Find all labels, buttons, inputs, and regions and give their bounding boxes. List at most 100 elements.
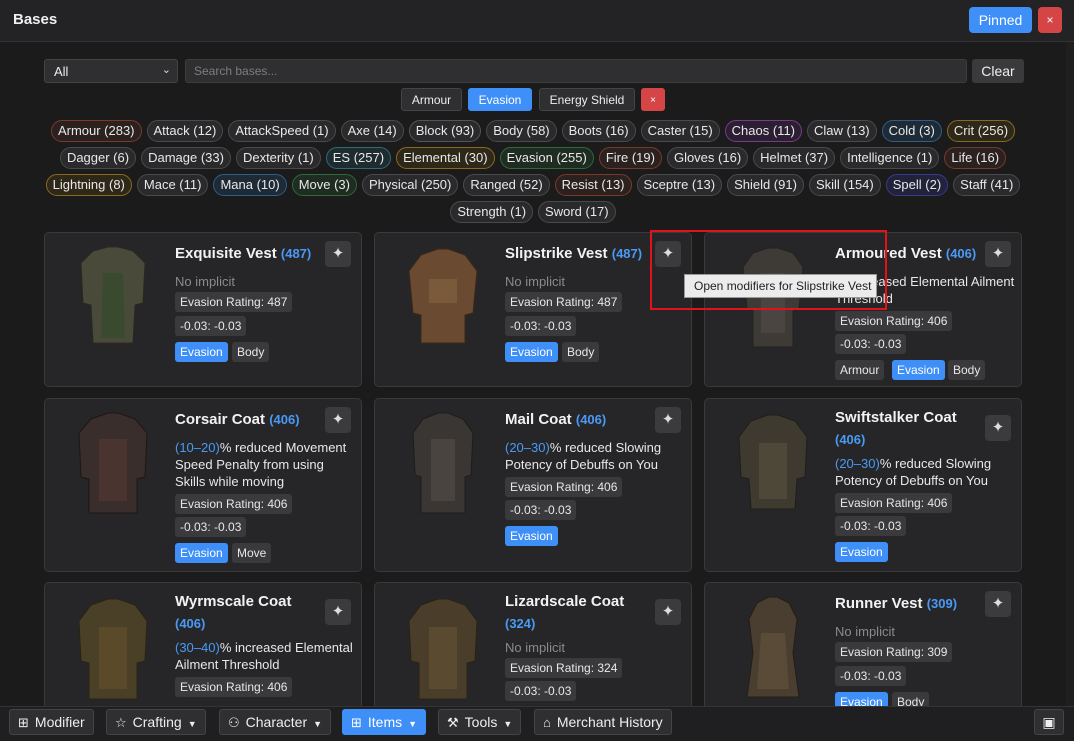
open-modifiers-icon[interactable]: ✦	[325, 599, 351, 625]
filter-tag[interactable]: Physical (250)	[362, 174, 459, 196]
filter-tag[interactable]: Chaos (11)	[724, 120, 802, 142]
filter-tag[interactable]: Staff (41)	[953, 174, 1021, 196]
screenshot-icon[interactable]: ▣	[1034, 709, 1064, 735]
filter-tag[interactable]: Ranged (52)	[463, 174, 550, 196]
tag-chip[interactable]: Evasion	[505, 526, 558, 546]
filter-tag[interactable]: Block (93)	[408, 120, 482, 142]
filter-tag[interactable]: ES (257)	[325, 147, 392, 169]
filter-tag[interactable]: Life (16)	[944, 147, 1007, 169]
filter-tag[interactable]: Body (58)	[486, 120, 557, 142]
filter-tag[interactable]: Caster (15)	[640, 120, 720, 142]
filter-tag[interactable]: Boots (16)	[561, 120, 636, 142]
tag-chip[interactable]: Move	[232, 543, 272, 563]
tag-chip[interactable]: Evasion	[835, 542, 888, 562]
tag-chip[interactable]: Body	[232, 342, 270, 362]
base-card[interactable]: Corsair Coat (406) ✦ (10–20)% reduced Mo…	[44, 398, 362, 572]
filter-tag[interactable]: Gloves (16)	[666, 147, 749, 169]
filter-tag[interactable]: Damage (33)	[141, 147, 231, 169]
filter-tag[interactable]: Dexterity (1)	[235, 147, 321, 169]
tag-row-4: Strength (1) Sword (17)	[0, 201, 1066, 223]
filter-tag[interactable]: Claw (13)	[807, 120, 877, 142]
tag-chip[interactable]: Armour	[835, 360, 885, 380]
segment-armour[interactable]: Armour	[401, 88, 462, 111]
open-modifiers-icon[interactable]: ✦	[985, 241, 1011, 267]
highlight-box	[650, 230, 887, 310]
implicit-text: No implicit	[505, 640, 565, 655]
filter-tag[interactable]: Cold (3)	[881, 120, 942, 142]
tag-chip[interactable]: Evasion	[835, 692, 888, 706]
title-bar: Bases Pinned ×	[0, 0, 1074, 42]
tag-chip[interactable]: Body	[948, 360, 986, 380]
filter-tag[interactable]: Evasion (255)	[499, 147, 594, 169]
scrollbar[interactable]	[1066, 42, 1074, 706]
implicit-text: (20–30)% reduced Slowing Potency of Debu…	[835, 456, 992, 488]
filter-tag[interactable]: Helmet (37)	[753, 147, 836, 169]
pinned-button[interactable]: Pinned	[969, 7, 1032, 33]
merchant-history-button[interactable]: ⌂ Merchant History	[534, 709, 672, 735]
base-card[interactable]: Runner Vest (309) ✦ No implicit Evasion …	[704, 582, 1022, 706]
base-card[interactable]: Wyrmscale Coat (406) ✦ (30–40)% increase…	[44, 582, 362, 706]
range-chip: -0.03: -0.03	[835, 666, 907, 686]
close-button[interactable]: ×	[1038, 7, 1062, 33]
filter-tag[interactable]: Sword (17)	[538, 201, 616, 223]
base-card[interactable]: Swiftstalker Coat (406) ✦ (20–30)% reduc…	[704, 398, 1022, 572]
open-modifiers-icon[interactable]: ✦	[985, 415, 1011, 441]
tag-chip[interactable]: Evasion	[175, 342, 228, 362]
base-card[interactable]: Slipstrike Vest (487) ✦ No implicit Evas…	[374, 232, 692, 387]
crafting-button[interactable]: ☆ Crafting ▼	[106, 709, 206, 735]
tag-chip[interactable]: Evasion	[892, 360, 945, 380]
tag-row-1: Armour (283) Attack (12) AttackSpeed (1) Ax…	[0, 120, 1066, 142]
clear-button[interactable]: Clear	[972, 59, 1024, 83]
tag-row-3: Lightning (8) Mace (11) Mana (10) Move (3) P…	[0, 174, 1066, 196]
character-button[interactable]: ⚇ Character ▼	[219, 709, 332, 735]
base-card[interactable]: Mail Coat (406) ✦ (20–30)% reduced Slowi…	[374, 398, 692, 572]
filter-tag[interactable]: Attack (12)	[146, 120, 224, 142]
filter-tag[interactable]: Fire (19)	[598, 147, 662, 169]
segment-energy-shield[interactable]: Energy Shield	[539, 88, 635, 111]
filter-tag[interactable]: Axe (14)	[340, 120, 404, 142]
filter-tag[interactable]: Skill (154)	[808, 174, 881, 196]
range-chip: -0.03: -0.03	[505, 500, 577, 520]
tag-chip[interactable]: Evasion	[505, 342, 558, 362]
filter-tag[interactable]: Crit (256)	[946, 120, 1016, 142]
search-input[interactable]	[185, 59, 967, 83]
tag-chip[interactable]: Body	[892, 692, 930, 706]
filter-tag[interactable]: Lightning (8)	[45, 174, 132, 196]
segment-evasion[interactable]: Evasion	[468, 88, 532, 111]
card-title: Corsair Coat (406)	[175, 411, 300, 428]
open-modifiers-icon[interactable]: ✦	[655, 407, 681, 433]
filter-tag[interactable]: Elemental (30)	[396, 147, 495, 169]
segment-clear-button[interactable]: ×	[641, 88, 665, 111]
filter-tag[interactable]: AttackSpeed (1)	[228, 120, 336, 142]
tools-button[interactable]: ⚒ Tools ▼	[438, 709, 522, 735]
filter-tag[interactable]: Armour (283)	[50, 120, 142, 142]
items-button[interactable]: ⊞ Items ▼	[342, 709, 427, 735]
person-icon: ⚇	[228, 715, 240, 730]
filter-tag[interactable]: Sceptre (13)	[636, 174, 723, 196]
card-title: Lizardscale Coat	[505, 593, 625, 610]
filter-tag[interactable]: Mace (11)	[136, 174, 209, 196]
base-card[interactable]: Exquisite Vest (487) ✦ No implicit Evasi…	[44, 232, 362, 387]
open-modifiers-icon[interactable]: ✦	[985, 591, 1011, 617]
filter-tag[interactable]: Strength (1)	[450, 201, 534, 223]
filter-tag[interactable]: Resist (13)	[554, 174, 632, 196]
filter-tag[interactable]: Spell (2)	[885, 174, 949, 196]
tag-chip[interactable]: Evasion	[175, 543, 228, 563]
filter-tag[interactable]: Mana (10)	[213, 174, 287, 196]
open-modifiers-icon[interactable]: ✦	[325, 407, 351, 433]
open-modifiers-icon[interactable]: ✦	[325, 241, 351, 267]
filter-tag[interactable]: Dagger (6)	[59, 147, 137, 169]
base-card[interactable]: Lizardscale Coat (324) ✦ No implicit Eva…	[374, 582, 692, 706]
open-modifiers-icon[interactable]: ✦	[655, 599, 681, 625]
category-select[interactable]: All ⌄	[44, 59, 178, 83]
armour-image	[78, 412, 148, 514]
card-level: (324)	[505, 616, 536, 631]
tools-icon: ⚒	[447, 715, 459, 730]
chevron-down-icon: ▼	[408, 719, 418, 729]
category-select-value: All	[54, 64, 69, 79]
filter-tag[interactable]: Shield (91)	[727, 174, 804, 196]
filter-tag[interactable]: Intelligence (1)	[840, 147, 940, 169]
tag-chip[interactable]: Body	[562, 342, 600, 362]
modifier-button[interactable]: ⊞ Modifier	[9, 709, 94, 735]
filter-tag[interactable]: Move (3)	[291, 174, 357, 196]
